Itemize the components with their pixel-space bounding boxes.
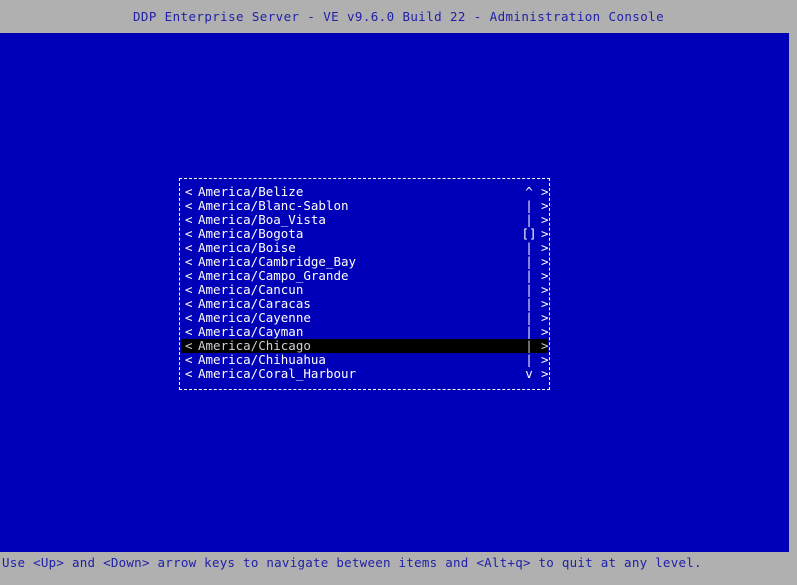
scrollbar-marker-icon[interactable]: [] <box>521 227 537 241</box>
item-left-marker-icon: < <box>185 324 193 339</box>
item-right-marker-icon: > <box>541 296 549 311</box>
timezone-label: America/Chihuahua <box>198 352 326 367</box>
timezone-list-item[interactable]: < America/Blanc-Sablon | > <box>181 198 549 213</box>
timezone-list-item[interactable]: < America/Cayman | > <box>181 324 549 339</box>
timezone-list-item[interactable]: < America/Cambridge_Bay | > <box>181 254 549 269</box>
timezone-list-item[interactable]: < America/Boa_Vista | > <box>181 212 549 227</box>
scrollbar-marker-icon[interactable]: | <box>521 297 537 311</box>
item-right-marker-icon: > <box>541 254 549 269</box>
window-title: DDP Enterprise Server - VE v9.6.0 Build … <box>132 9 665 24</box>
scrollbar-marker-icon[interactable]: | <box>521 353 537 367</box>
timezone-label: America/Coral_Harbour <box>198 366 357 381</box>
title-bar: DDP Enterprise Server - VE v9.6.0 Build … <box>0 0 797 33</box>
timezone-label: America/Boa_Vista <box>198 212 326 227</box>
item-right-marker-icon: > <box>541 212 549 227</box>
timezone-list-item[interactable]: < America/Chihuahua | > <box>181 352 549 367</box>
timezone-list-item[interactable]: < America/Cayenne | > <box>181 310 549 325</box>
scrollbar-marker-icon[interactable]: | <box>521 255 537 269</box>
timezone-label: America/Boise <box>198 240 296 255</box>
item-right-marker-icon: > <box>541 282 549 297</box>
item-left-marker-icon: < <box>185 254 193 269</box>
item-left-marker-icon: < <box>185 338 193 353</box>
item-right-marker-icon: > <box>541 198 549 213</box>
item-left-marker-icon: < <box>185 212 193 227</box>
scrollbar-marker-icon[interactable]: | <box>521 339 537 353</box>
timezone-label: America/Cayenne <box>198 310 311 325</box>
timezone-list-item[interactable]: < America/Boise | > <box>181 240 549 255</box>
timezone-label: America/Cayman <box>198 324 304 339</box>
timezone-list-item[interactable]: < America/Caracas | > <box>181 296 549 311</box>
timezone-label: America/Cancun <box>198 282 304 297</box>
timezone-list-item[interactable]: < America/Chicago | > <box>181 338 549 353</box>
item-left-marker-icon: < <box>185 268 193 283</box>
scrollbar-marker-icon[interactable]: | <box>521 283 537 297</box>
item-left-marker-icon: < <box>185 198 193 213</box>
scrollbar-marker-icon[interactable]: ^ <box>521 185 537 199</box>
timezone-list-item[interactable]: < America/Cancun | > <box>181 282 549 297</box>
item-right-marker-icon: > <box>541 226 549 241</box>
item-right-marker-icon: > <box>541 268 549 283</box>
item-left-marker-icon: < <box>185 310 193 325</box>
item-right-marker-icon: > <box>541 184 549 199</box>
item-right-marker-icon: > <box>541 338 549 353</box>
item-left-marker-icon: < <box>185 352 193 367</box>
timezone-list-item[interactable]: < America/Campo_Grande | > <box>181 268 549 283</box>
item-left-marker-icon: < <box>185 366 193 381</box>
timezone-list-item[interactable]: < America/Belize ^ > <box>181 184 549 199</box>
item-right-marker-icon: > <box>541 366 549 381</box>
timezone-selection-dialog[interactable]: < America/Belize ^ > < America/Blanc-Sablon | >… <box>179 178 550 390</box>
timezone-label: America/Belize <box>198 184 304 199</box>
console-screen: DDP Enterprise Server - VE v9.6.0 Build … <box>0 0 797 585</box>
scrollbar-marker-icon[interactable]: | <box>521 269 537 283</box>
status-bar: Use <Up> and <Down> arrow keys to naviga… <box>0 552 797 585</box>
timezone-label: America/Blanc-Sablon <box>198 198 349 213</box>
item-left-marker-icon: < <box>185 296 193 311</box>
timezone-label: America/Campo_Grande <box>198 268 349 283</box>
timezone-list[interactable]: < America/Belize ^ > < America/Blanc-Sablon | >… <box>181 184 549 381</box>
item-right-marker-icon: > <box>541 240 549 255</box>
keyboard-hint-text: Use <Up> and <Down> arrow keys to naviga… <box>2 555 702 570</box>
scrollbar-marker-icon[interactable]: | <box>521 213 537 227</box>
timezone-label: America/Bogota <box>198 226 304 241</box>
scrollbar-marker-icon[interactable]: v <box>521 367 537 381</box>
scrollbar-marker-icon[interactable]: | <box>521 199 537 213</box>
timezone-label: America/Chicago <box>198 338 311 353</box>
console-canvas: < America/Belize ^ > < America/Blanc-Sablon | >… <box>0 33 789 552</box>
item-right-marker-icon: > <box>541 352 549 367</box>
timezone-label: America/Caracas <box>198 296 311 311</box>
item-left-marker-icon: < <box>185 282 193 297</box>
scrollbar-marker-icon[interactable]: | <box>521 311 537 325</box>
item-right-marker-icon: > <box>541 310 549 325</box>
timezone-list-item[interactable]: < America/Bogota [] > <box>181 226 549 241</box>
item-left-marker-icon: < <box>185 240 193 255</box>
timezone-list-item[interactable]: < America/Coral_Harbour v > <box>181 366 549 381</box>
item-left-marker-icon: < <box>185 184 193 199</box>
timezone-label: America/Cambridge_Bay <box>198 254 357 269</box>
item-left-marker-icon: < <box>185 226 193 241</box>
scrollbar-marker-icon[interactable]: | <box>521 241 537 255</box>
scrollbar-marker-icon[interactable]: | <box>521 325 537 339</box>
right-gutter <box>789 33 797 552</box>
item-right-marker-icon: > <box>541 324 549 339</box>
